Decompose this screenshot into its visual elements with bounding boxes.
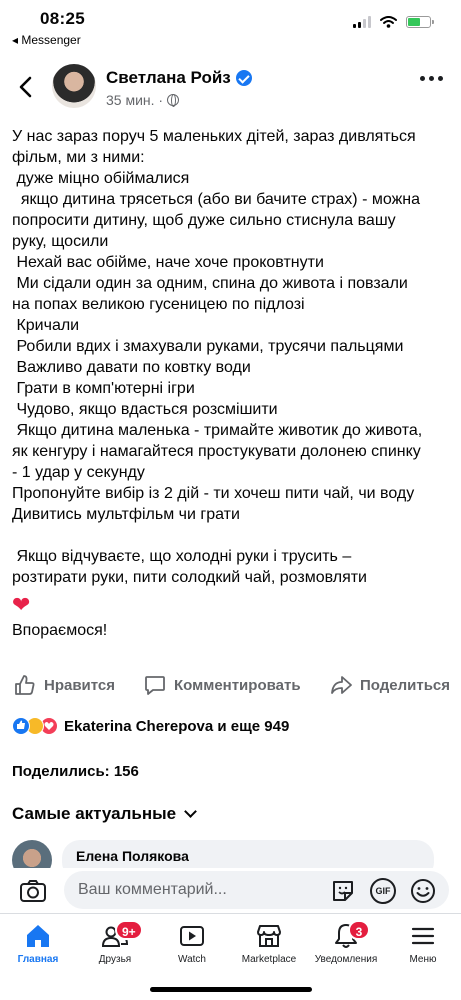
post-text-line: Чудово, якщо вдасться розсмішити: [12, 401, 278, 418]
bottom-tab-bar: Главная 9+ Друзья Watch Marketplace 3 Ув…: [0, 914, 461, 1000]
tab-marketplace[interactable]: Marketplace: [231, 922, 307, 965]
post-actions: Нравится Комментировать Поделиться: [0, 668, 461, 702]
globe-icon: [167, 94, 180, 107]
post-meta: 35 мин. ·: [106, 92, 180, 108]
thumbs-up-icon: [15, 675, 35, 695]
post-text-line: Пропонуйте вибір із 2 дій - ти хочеш пит…: [12, 485, 415, 502]
post-text-line: як кенгуру і намагайтеся простукувати до…: [12, 443, 421, 460]
tab-notifications-label: Уведомления: [314, 954, 378, 965]
marketplace-icon: [257, 925, 281, 947]
tab-menu-label: Меню: [409, 954, 437, 965]
tab-home-label: Главная: [17, 954, 59, 965]
sticker-icon[interactable]: [330, 878, 356, 904]
friends-badge: 9+: [115, 920, 143, 940]
verified-badge-icon: [235, 70, 252, 86]
post-text-line: - 1 удар у секунду: [12, 464, 145, 481]
post-text-line: [12, 525, 452, 546]
tab-friends[interactable]: 9+ Друзья: [77, 920, 153, 965]
tab-watch-label: Watch: [178, 954, 206, 965]
comment-label: Комментировать: [174, 676, 301, 694]
like-reaction-icon: [12, 717, 30, 735]
shares-count[interactable]: Поделились: 156: [12, 763, 139, 780]
chevron-down-icon: [184, 805, 197, 818]
post-text-line: Дивитись мультфільм чи грати: [12, 506, 240, 523]
post-closing-line: Впораємося!: [12, 622, 108, 639]
home-indicator: [150, 987, 312, 992]
share-button[interactable]: Поделиться: [330, 674, 450, 696]
back-arrow-icon[interactable]: [14, 74, 40, 100]
post-text-line: руку, щосили: [12, 233, 109, 250]
status-icons: [353, 16, 434, 28]
comment-bubble-icon: [145, 676, 165, 695]
comment-button[interactable]: Комментировать: [144, 674, 301, 696]
comment-input-bar: GIF: [0, 868, 461, 914]
post-text-line: Ми сідали один за одним, спина до живота…: [12, 275, 408, 292]
comment-sort-dropdown[interactable]: Самые актуальные: [12, 804, 197, 824]
reactions-summary[interactable]: Ekaterina Cherepova и еще 949: [12, 717, 289, 735]
reactions-text: Ekaterina Cherepova и еще 949: [64, 717, 290, 735]
post-text-line: Грати в комп'ютерні ігри: [12, 380, 195, 397]
gif-icon[interactable]: GIF: [370, 878, 396, 904]
more-options-icon[interactable]: [420, 76, 443, 81]
share-label: Поделиться: [360, 676, 451, 694]
tab-friends-label: Друзья: [98, 954, 132, 965]
comment-preview: Елена Полякова: [0, 838, 461, 868]
status-bar: 08:25 ◂ Messenger: [0, 0, 461, 52]
post-text-line: У нас зараз поруч 5 маленьких дітей, зар…: [12, 128, 416, 145]
share-arrow-icon: [331, 676, 352, 694]
signal-icon: [353, 16, 371, 28]
post-header: Светлана Ройз 35 мин. ·: [0, 60, 461, 118]
hamburger-menu-icon: [411, 927, 435, 945]
author-name[interactable]: Светлана Ройз: [106, 68, 252, 88]
battery-icon: [406, 16, 434, 28]
post-text-line: фільм, ми з ними:: [12, 149, 145, 166]
comment-bubble[interactable]: Елена Полякова: [62, 840, 434, 868]
post-text-line: Кричали: [12, 317, 80, 334]
post-text-line: якщо дитина трясеться (або ви бачите стр…: [12, 191, 421, 208]
post-text-line: Якщо відчуваєте, що холодні руки і труси…: [12, 548, 352, 565]
tab-watch[interactable]: Watch: [154, 922, 230, 965]
post-text: У нас зараз поруч 5 маленьких дітей, зар…: [12, 126, 452, 641]
commenter-name[interactable]: Елена Полякова: [76, 848, 189, 864]
tab-marketplace-label: Marketplace: [241, 954, 297, 965]
post-text-line: попросити дитину, щоб дуже сильно стисну…: [12, 212, 396, 229]
emoji-icon[interactable]: [410, 878, 436, 904]
home-icon: [27, 925, 49, 947]
notifications-badge: 3: [348, 920, 370, 940]
camera-icon[interactable]: [18, 876, 48, 906]
post-text-line: Нехай вас обійме, наче хоче проковтнути: [12, 254, 324, 271]
commenter-avatar[interactable]: [12, 840, 52, 868]
post-text-line: розтирати руки, пити солодкий чай, розмо…: [12, 569, 367, 586]
post-time[interactable]: 35 мин. ·: [106, 92, 163, 108]
post-text-line: Робили вдих і змахували руками, трусячи …: [12, 338, 404, 355]
watch-icon: [180, 926, 204, 946]
tab-notifications[interactable]: 3 Уведомления: [308, 920, 384, 965]
post-text-line: Важливо давати по ковтку води: [12, 359, 251, 376]
sort-label: Самые актуальные: [12, 804, 177, 823]
post-text-line: дуже міцно обіймалися: [12, 170, 190, 187]
like-label: Нравится: [44, 676, 116, 694]
post-text-line: Якщо дитина маленька - тримайте животик …: [12, 422, 423, 439]
red-heart-emoji: ❤: [12, 592, 31, 617]
back-to-messenger-link[interactable]: ◂ Messenger: [12, 33, 81, 47]
tab-home[interactable]: Главная: [0, 922, 76, 965]
post-text-line: на попах великою гусеницею по підлозі: [12, 296, 305, 313]
author-name-text[interactable]: Светлана Ройз: [106, 68, 231, 88]
like-button[interactable]: Нравится: [14, 674, 115, 696]
wifi-icon: [380, 16, 397, 28]
author-avatar[interactable]: [52, 64, 96, 108]
status-time: 08:25: [40, 9, 85, 28]
tab-menu[interactable]: Меню: [385, 922, 461, 965]
